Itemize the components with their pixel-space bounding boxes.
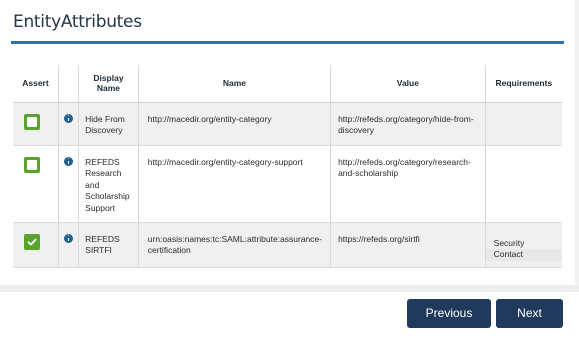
name-cell: http://macedir.org/entity-category: [137, 102, 331, 146]
display-name-cell: Hide From Discovery: [78, 102, 139, 146]
checkmark-icon: [27, 238, 37, 245]
title-underline: [11, 41, 564, 44]
header-assert: Assert: [13, 65, 59, 103]
page-title: EntityAttributes: [13, 12, 142, 32]
header-name: Name: [137, 65, 331, 103]
header-info: [57, 65, 79, 103]
table-row: REFEDS SIRTFI urn:oasis:names:tc:SAML:at…: [13, 222, 562, 268]
assert-checkbox[interactable]: [24, 156, 40, 173]
requirement-security: Security: [493, 237, 525, 248]
display-name-cell: REFEDS SIRTFI: [78, 222, 139, 268]
info-icon[interactable]: [64, 156, 74, 166]
assert-cell: [13, 102, 59, 146]
info-cell: [57, 102, 79, 146]
display-name-cell: REFEDS Research and Scholarship Support: [78, 145, 139, 223]
header-display-name: Display Name: [78, 65, 139, 103]
entity-attributes-table: Assert Display Name Name Value Requireme…: [13, 65, 562, 268]
requirement-contact: Contact: [485, 249, 562, 261]
info-cell: [57, 145, 79, 223]
assert-checkbox[interactable]: [24, 233, 40, 250]
value-cell: http://refeds.org/category/hide-from-dis…: [330, 102, 486, 146]
assert-cell: [13, 222, 59, 268]
next-button[interactable]: Next: [496, 299, 563, 328]
table-header-row: Assert Display Name Name Value Requireme…: [13, 65, 562, 103]
scrollbar-track[interactable]: [575, 0, 579, 285]
info-cell: [57, 222, 79, 268]
value-cell: https://refeds.org/sirtfi: [330, 222, 486, 268]
header-display-name-line1: Display: [93, 73, 124, 84]
header-display-name-line2: Name: [96, 83, 121, 94]
footer-divider: [0, 285, 579, 292]
info-icon[interactable]: [64, 233, 74, 243]
header-value: Value: [330, 65, 486, 103]
info-icon[interactable]: [64, 113, 74, 123]
assert-cell: [13, 145, 59, 223]
header-requirements: Requirements: [484, 65, 562, 103]
requirements-cell: [484, 102, 562, 146]
requirements-cell: [484, 145, 562, 223]
name-cell: urn:oasis:names:tc:SAML:attribute:assura…: [137, 222, 331, 268]
requirements-cell: Security Contact: [484, 222, 562, 268]
table-row: Hide From Discovery http://macedir.org/e…: [13, 102, 562, 146]
previous-button[interactable]: Previous: [407, 299, 491, 328]
assert-checkbox[interactable]: [24, 113, 40, 130]
value-cell: http://refeds.org/category/research-and-…: [330, 145, 486, 223]
table-row: REFEDS Research and Scholarship Support …: [13, 145, 562, 223]
name-cell: http://macedir.org/entity-category-suppo…: [137, 145, 331, 223]
